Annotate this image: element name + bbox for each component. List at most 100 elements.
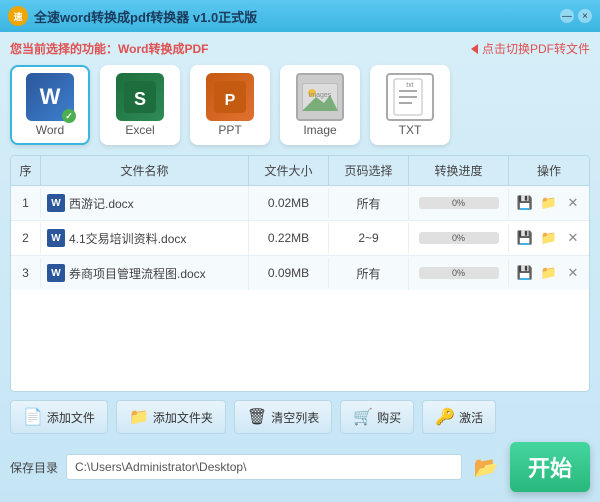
progress-bar: 0% [419,197,499,209]
word-file-icon: W [47,264,65,282]
svg-text:images: images [309,92,332,99]
tab-word-label: Word [36,123,64,137]
current-function-label: 您当前选择的功能：Word转换成PDF [10,40,208,57]
progress-bar: 0% [419,267,499,279]
main-container: 您当前选择的功能：Word转换成PDF 点击切换PDF转文件 W ✓ Word … [0,32,600,502]
row-pages: 所有 [329,187,409,220]
folder-action-icon[interactable]: 📁 [540,194,558,212]
file-table: 序 文件名称 文件大小 页码选择 转换进度 操作 1 W 西游记.docx 0.… [10,155,590,392]
row-filename: W 券商项目管理流程图.docx [41,256,249,290]
app-icon: 速 [8,6,28,26]
word-file-icon: W [47,194,65,212]
add-file-button[interactable]: 📄 添加文件 [10,400,108,434]
tab-image[interactable]: images Image [280,65,360,145]
row-actions: 💾 📁 ✕ [509,221,589,255]
header-pages: 页码选择 [329,156,409,185]
header-filename: 文件名称 [41,156,249,185]
header-seq: 序 [11,156,41,185]
bottom-buttons: 📄 添加文件 📁 添加文件夹 🗑 清空列表 🛒 购买 🔑 激活 [10,400,590,434]
tab-excel-label: Excel [125,123,154,137]
tab-image-label: Image [303,123,336,137]
tab-word[interactable]: W ✓ Word [10,65,90,145]
delete-action-icon[interactable]: ✕ [564,229,582,247]
switch-btn-label: 点击切换PDF转文件 [482,40,590,57]
row-pages: 所有 [329,257,409,290]
row-seq: 2 [11,223,41,253]
delete-action-icon[interactable]: ✕ [564,264,582,282]
tab-txt[interactable]: txt TXT [370,65,450,145]
header-actions: 操作 [509,156,589,185]
table-row: 2 W 4.1交易培训资料.docx 0.22MB 2~9 0% 💾 � [11,221,589,256]
switch-pdf-button[interactable]: 点击切换PDF转文件 [471,40,590,57]
current-function-value: Word转换成PDF [118,42,208,56]
word-file-icon: W [47,229,65,247]
save-label: 保存目录 [10,459,58,476]
window-controls: — × [560,9,592,23]
tab-ppt-label: PPT [218,123,241,137]
table-row: 3 W 券商项目管理流程图.docx 0.09MB 所有 0% 💾 📁 [11,256,589,290]
row-size: 0.22MB [249,223,329,253]
save-path-input[interactable] [66,454,462,480]
row-filename: W 4.1交易培训资料.docx [41,221,249,255]
add-folder-label: 添加文件夹 [153,409,213,426]
progress-text: 0% [419,232,499,244]
tab-excel[interactable]: S Excel [100,65,180,145]
start-button[interactable]: 开始 [510,442,590,492]
row-actions: 💾 📁 ✕ [509,256,589,290]
header-size: 文件大小 [249,156,329,185]
buy-label: 购买 [377,409,401,426]
browse-folder-button[interactable]: 📂 [470,453,502,481]
save-action-icon[interactable]: 💾 [516,194,534,212]
clear-list-button[interactable]: 🗑 清空列表 [234,400,332,434]
progress-bar: 0% [419,232,499,244]
switch-arrow-icon [471,44,478,54]
row-actions: 💾 📁 ✕ [509,186,589,220]
tab-ppt[interactable]: P PPT [190,65,270,145]
folder-action-icon[interactable]: 📁 [540,229,558,247]
table-row: 1 W 西游记.docx 0.02MB 所有 0% 💾 📁 [11,186,589,221]
table-body: 1 W 西游记.docx 0.02MB 所有 0% 💾 📁 [11,186,589,290]
browse-folder-icon: 📂 [474,455,499,480]
progress-text: 0% [419,267,499,279]
txt-icon: txt [386,73,434,121]
row-seq: 1 [11,188,41,218]
add-file-icon: 📄 [23,407,43,427]
save-action-icon[interactable]: 💾 [516,264,534,282]
header-progress: 转换进度 [409,156,509,185]
clear-list-icon: 🗑 [247,407,267,427]
save-action-icon[interactable]: 💾 [516,229,534,247]
app-title: 全速word转换成pdf转换器 v1.0正式版 [34,7,257,26]
row-pages: 2~9 [329,223,409,253]
folder-action-icon[interactable]: 📁 [540,264,558,282]
table-header: 序 文件名称 文件大小 页码选择 转换进度 操作 [11,156,589,186]
add-folder-button[interactable]: 📁 添加文件夹 [116,400,226,434]
buy-icon: 🛒 [353,407,373,427]
row-progress: 0% [409,259,509,287]
ppt-icon: P [206,73,254,121]
svg-text:S: S [134,89,146,109]
word-icon: W ✓ [26,73,74,121]
svg-text:速: 速 [13,11,22,22]
add-folder-icon: 📁 [129,407,149,427]
minimize-button[interactable]: — [560,9,574,23]
image-icon: images [296,73,344,121]
top-bar: 您当前选择的功能：Word转换成PDF 点击切换PDF转文件 [10,40,590,57]
row-progress: 0% [409,189,509,217]
row-progress: 0% [409,224,509,252]
start-label: 开始 [528,451,572,483]
close-button[interactable]: × [578,9,592,23]
activate-button[interactable]: 🔑 激活 [422,400,496,434]
format-tabs: W ✓ Word S Excel P PPT [10,65,590,145]
word-check-icon: ✓ [62,109,76,123]
buy-button[interactable]: 🛒 购买 [340,400,414,434]
row-size: 0.02MB [249,188,329,218]
excel-icon: S [116,73,164,121]
add-file-label: 添加文件 [47,409,95,426]
progress-text: 0% [419,197,499,209]
title-bar-left: 速 全速word转换成pdf转换器 v1.0正式版 [8,6,257,26]
delete-action-icon[interactable]: ✕ [564,194,582,212]
activate-label: 激活 [459,409,483,426]
row-size: 0.09MB [249,258,329,288]
activate-icon: 🔑 [435,407,455,427]
title-bar: 速 全速word转换成pdf转换器 v1.0正式版 — × [0,0,600,32]
